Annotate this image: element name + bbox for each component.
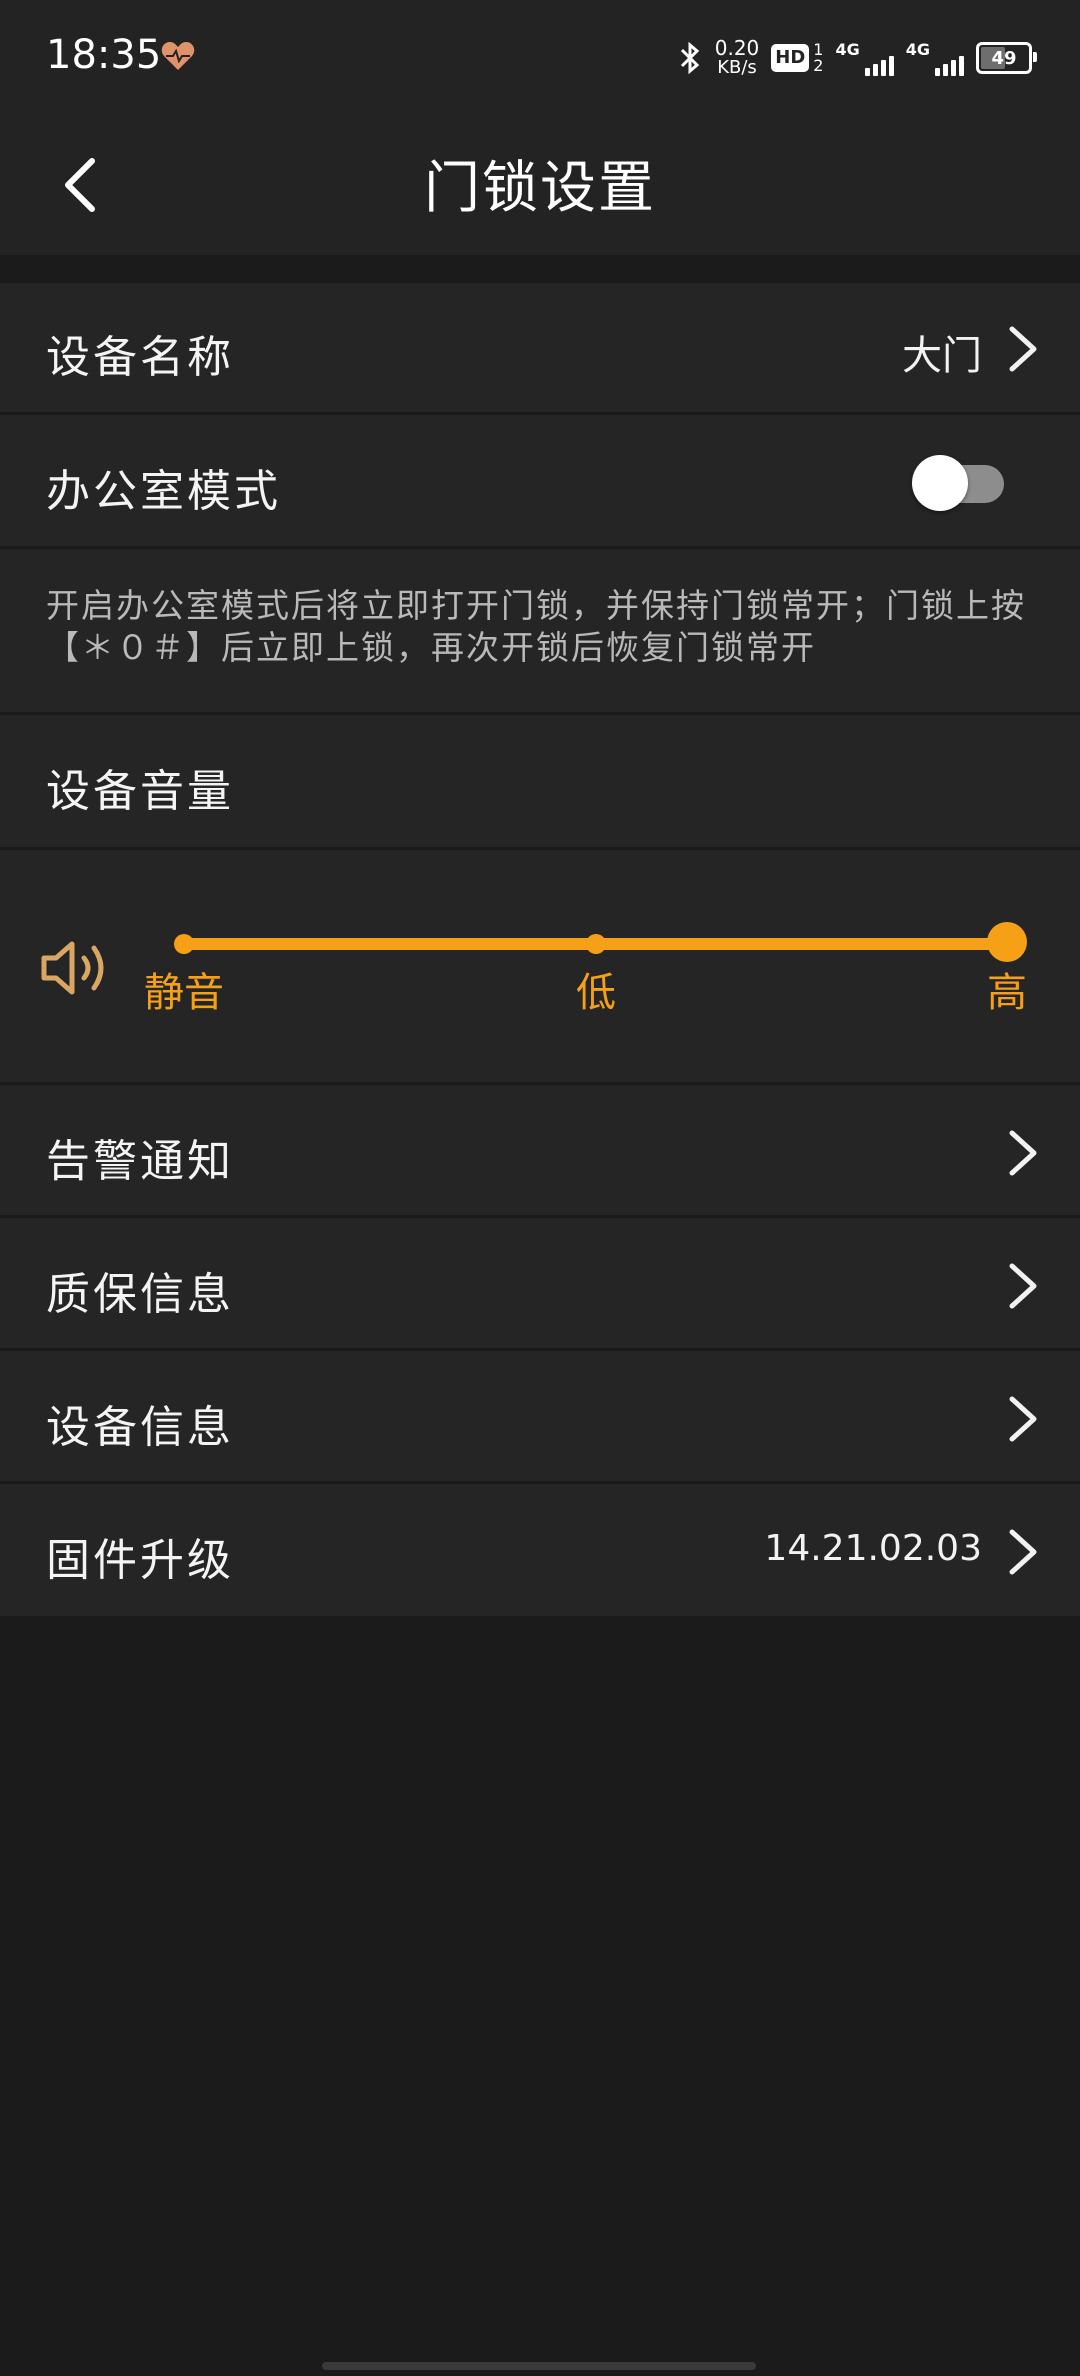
volume-label-mute: 静音 [144, 970, 224, 1016]
firmware-version: 14.21.02.03 [764, 1528, 982, 1569]
bluetooth-icon [680, 41, 699, 75]
device-name-row[interactable]: 设备名称 大门 [0, 283, 1080, 415]
volume-label: 设备音量 [46, 766, 234, 817]
chevron-right-icon [1009, 1263, 1037, 1309]
home-indicator[interactable] [322, 2362, 756, 2370]
firmware-upgrade-row[interactable]: 固件升级 14.21.02.03 [0, 1484, 1080, 1616]
volume-stop-mute[interactable] [174, 934, 194, 954]
chevron-right-icon [1009, 1396, 1037, 1442]
chevron-right-icon [1009, 326, 1037, 372]
status-icons: 0.20 KB/s HD 1 2 4G 4G 49 [677, 34, 1037, 82]
office-mode-row: 办公室模式 [0, 415, 1080, 549]
volume-slider-area: 静音 低 高 [0, 850, 1080, 1085]
network-speed: 0.20 KB/s [714, 36, 760, 78]
office-mode-description: 开启办公室模式后将立即打开门锁，并保持门锁常开；门锁上按【＊０＃】后立即上锁，再… [46, 586, 1026, 667]
volume-row: 设备音量 [0, 715, 1080, 850]
warranty-info-row[interactable]: 质保信息 [0, 1218, 1080, 1351]
hd-sim-indicator: 1 2 [813, 40, 824, 75]
status-time: 18:35 [46, 32, 162, 78]
signal-sim2-icon: 4G [906, 40, 964, 76]
firmware-label: 固件升级 [46, 1535, 234, 1586]
office-mode-toggle[interactable] [912, 455, 1004, 511]
signal-sim1-icon: 4G [835, 40, 894, 76]
device-name-value: 大门 [902, 333, 982, 379]
office-mode-description-row: 开启办公室模式后将立即打开门锁，并保持门锁常开；门锁上按【＊０＃】后立即上锁，再… [0, 549, 1080, 715]
chevron-right-icon [1009, 1529, 1037, 1575]
device-info-label: 设备信息 [46, 1402, 234, 1453]
volume-label-low: 低 [576, 970, 616, 1016]
hd-voice-badge: HD [771, 44, 810, 72]
device-name-label: 设备名称 [46, 332, 234, 383]
volume-slider-thumb[interactable] [987, 922, 1027, 962]
toggle-knob [912, 455, 968, 511]
device-info-row[interactable]: 设备信息 [0, 1351, 1080, 1484]
battery-icon: 49 [976, 42, 1037, 74]
chevron-right-icon [1009, 1130, 1037, 1176]
office-mode-label: 办公室模式 [46, 466, 281, 517]
heart-pulse-icon [161, 42, 195, 70]
app-header: 门锁设置 [0, 115, 1080, 255]
warranty-info-label: 质保信息 [46, 1269, 234, 1320]
speaker-icon [41, 941, 104, 995]
alarm-notify-row[interactable]: 告警通知 [0, 1085, 1080, 1218]
volume-stop-low[interactable] [586, 934, 606, 954]
volume-label-high: 高 [987, 970, 1027, 1016]
page-title: 门锁设置 [424, 156, 656, 221]
status-bar: 18:35 0.20 KB/s HD 1 2 4G 4G 49 [0, 0, 1080, 115]
alarm-notify-label: 告警通知 [46, 1136, 234, 1187]
